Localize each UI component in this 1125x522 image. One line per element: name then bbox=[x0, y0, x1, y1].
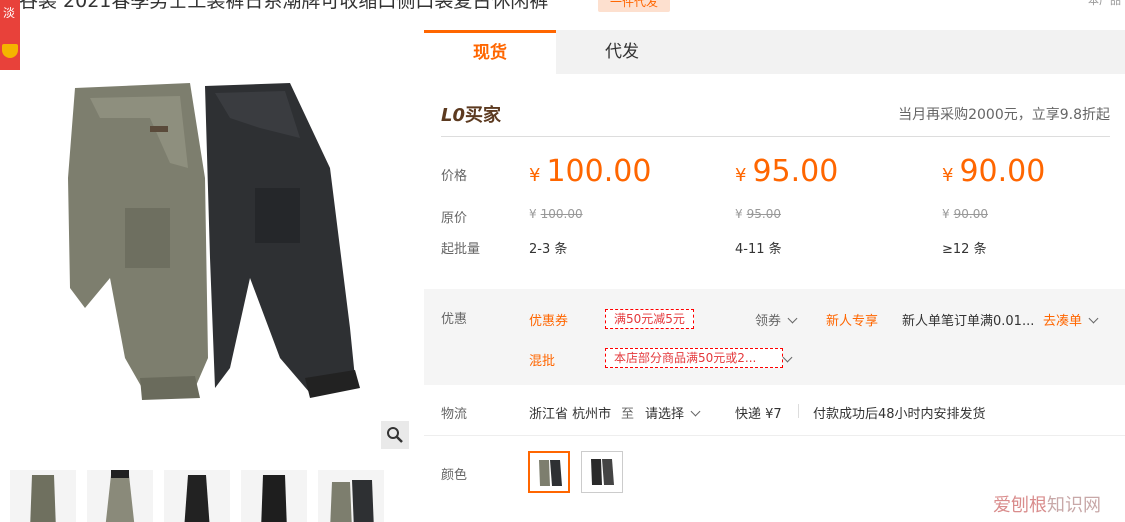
go-add-items-text: 去凑单 bbox=[1043, 314, 1083, 329]
currency: ¥ bbox=[942, 207, 950, 221]
tier-original-price: ¥90.00 bbox=[942, 207, 988, 221]
min-qty-label: 起批量 bbox=[441, 242, 481, 257]
newcomer-label: 新人专享 bbox=[826, 314, 879, 329]
watermark-part-a: 爱刨根 bbox=[993, 495, 1047, 516]
product-title: 裂谷装 2021春季男士工装裤日系潮牌可收缩口侧口袋复古休闲裤 bbox=[0, 0, 549, 12]
discount-panel bbox=[424, 289, 1125, 385]
destination-select[interactable]: 请选择 bbox=[645, 403, 701, 422]
buyer-level-prefix: L0 bbox=[441, 105, 465, 126]
logistics-label: 物流 bbox=[441, 407, 468, 422]
tier-min-qty: 4-11 条 bbox=[735, 242, 782, 257]
thumbnail[interactable] bbox=[10, 470, 76, 522]
product-main-image[interactable] bbox=[30, 58, 390, 418]
chevron-down-icon bbox=[1088, 313, 1099, 324]
currency: ¥ bbox=[529, 207, 537, 221]
get-coupon-text: 领券 bbox=[755, 314, 782, 329]
to-word: 至 bbox=[621, 407, 635, 422]
product-page: 裂谷装 2021春季男士工装裤日系潮牌可收缩口侧口袋复古休闲裤 一件代发 本厂品… bbox=[0, 0, 1125, 522]
side-badge[interactable]: 淡 bbox=[0, 0, 20, 70]
original-price-value: 90.00 bbox=[953, 207, 988, 221]
discount-label: 优惠 bbox=[441, 312, 468, 327]
go-add-items-button[interactable]: 去凑单 bbox=[1043, 310, 1099, 329]
tier-price-value: 95.00 bbox=[752, 154, 839, 189]
tab-in-stock[interactable]: 现货 bbox=[424, 30, 556, 74]
thumbnail[interactable] bbox=[318, 470, 384, 522]
shield-icon bbox=[2, 44, 18, 58]
tier-min-qty: ≥12 条 bbox=[942, 242, 987, 257]
tier-price: ¥95.00 bbox=[735, 154, 838, 189]
ship-from: 浙江省 杭州市 bbox=[529, 407, 612, 422]
price-label: 价格 bbox=[441, 169, 468, 184]
currency: ¥ bbox=[735, 165, 747, 186]
thumbnail[interactable] bbox=[164, 470, 230, 522]
original-price-value: 100.00 bbox=[540, 207, 583, 221]
currency: ¥ bbox=[529, 165, 541, 186]
tier-min-qty: 2-3 条 bbox=[529, 242, 568, 257]
newcomer-offer: 新人单笔订单满0.01... bbox=[902, 314, 1035, 329]
zoom-button[interactable] bbox=[381, 421, 409, 449]
corner-link[interactable]: 本厂品 bbox=[1088, 0, 1121, 8]
mixed-batch-chip[interactable]: 本店部分商品满50元或2... bbox=[605, 348, 783, 368]
tier-price: ¥90.00 bbox=[942, 154, 1045, 189]
dropship-tag[interactable]: 一件代发 bbox=[598, 0, 671, 12]
color-swatch[interactable] bbox=[581, 451, 623, 493]
thumbnail-strip bbox=[10, 470, 384, 522]
color-label: 颜色 bbox=[441, 468, 468, 483]
divider bbox=[424, 435, 1125, 436]
chevron-down-icon bbox=[690, 406, 701, 417]
thumbnail[interactable] bbox=[87, 470, 153, 522]
buyer-promo: 当月再采购2000元，立享9.8折起 bbox=[898, 107, 1110, 123]
tab-dropship[interactable]: 代发 bbox=[556, 30, 688, 74]
magnifier-icon bbox=[387, 427, 403, 443]
shipping-note: 付款成功后48小时内安排发货 bbox=[813, 407, 986, 422]
coupon-chip[interactable]: 满50元减5元 bbox=[605, 309, 694, 329]
destination-text: 请选择 bbox=[645, 407, 685, 422]
original-price-label: 原价 bbox=[441, 211, 468, 226]
get-coupon-button[interactable]: 领券 bbox=[755, 310, 798, 329]
divider bbox=[798, 404, 799, 418]
tier-original-price: ¥100.00 bbox=[529, 207, 583, 221]
divider bbox=[441, 136, 1110, 137]
chevron-down-icon bbox=[787, 313, 798, 324]
thumbnail[interactable] bbox=[241, 470, 307, 522]
tier-price-value: 90.00 bbox=[959, 154, 1046, 189]
color-swatch-selected[interactable] bbox=[528, 451, 570, 493]
buyer-level-logo: L0买家 bbox=[441, 101, 501, 127]
coupon-label: 优惠券 bbox=[529, 314, 569, 329]
tier-original-price: ¥95.00 bbox=[735, 207, 781, 221]
buyer-level-text: 买家 bbox=[465, 105, 501, 126]
tier-price: ¥100.00 bbox=[529, 154, 651, 189]
watermark: 爱刨根知识网 bbox=[993, 491, 1101, 517]
currency: ¥ bbox=[735, 207, 743, 221]
watermark-part-b: 知识网 bbox=[1047, 495, 1101, 516]
currency: ¥ bbox=[942, 165, 954, 186]
purchase-tabs: 现货 代发 bbox=[424, 30, 1125, 74]
original-price-value: 95.00 bbox=[746, 207, 781, 221]
express-fee: 快递 ¥7 bbox=[735, 407, 782, 422]
tier-price-value: 100.00 bbox=[546, 154, 652, 189]
side-badge-text: 淡 bbox=[3, 6, 16, 20]
mixed-batch-label: 混批 bbox=[529, 354, 556, 369]
